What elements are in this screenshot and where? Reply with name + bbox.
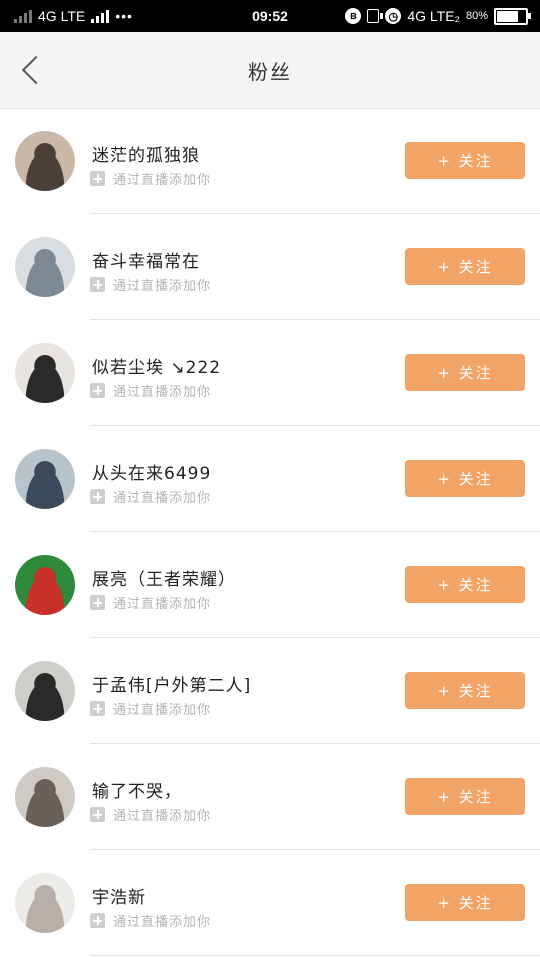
plus-box-icon	[90, 595, 105, 610]
avatar[interactable]	[15, 343, 75, 403]
sim-icon	[367, 9, 384, 23]
fan-name: 奋斗幸福常在	[92, 252, 200, 272]
source-text: 通过直播添加你	[113, 915, 212, 930]
follow-button[interactable]: + 关注	[405, 142, 525, 179]
avatar[interactable]	[15, 237, 75, 297]
avatar[interactable]	[15, 767, 75, 827]
avatar[interactable]	[15, 873, 75, 933]
source-line: 通过直播添加你	[90, 169, 211, 188]
fan-list: 迷茫的孤独狼 通过直播添加你 + 关注 奋斗幸福常在 通过直播添加你 + 关注 …	[0, 108, 540, 956]
plus-box-icon	[90, 277, 105, 292]
follow-button[interactable]: + 关注	[405, 778, 525, 815]
alarm-icon: ◷	[385, 8, 402, 24]
follow-button[interactable]: + 关注	[405, 672, 525, 709]
status-right: ʙ ◷ 4G LTE₂ 80%	[345, 0, 531, 32]
page-title: 粉丝	[248, 60, 292, 84]
avatar[interactable]	[15, 449, 75, 509]
clock: 09:52	[252, 8, 288, 24]
battery-icon	[494, 7, 531, 25]
source-line: 通过直播添加你	[90, 381, 211, 400]
list-item[interactable]: 宇浩新 通过直播添加你 + 关注	[0, 850, 540, 956]
source-text: 通过直播添加你	[113, 173, 212, 188]
avatar[interactable]	[15, 555, 75, 615]
source-text: 通过直播添加你	[113, 491, 212, 506]
avatar[interactable]	[15, 131, 75, 191]
nav-bar: 粉丝	[0, 32, 540, 109]
plus-box-icon	[90, 807, 105, 822]
source-line: 通过直播添加你	[90, 275, 211, 294]
fan-name: 于孟伟[户外第二人]	[92, 676, 252, 696]
bluetooth-icon: ʙ	[345, 8, 362, 24]
fan-name: 从头在来6499	[92, 464, 212, 484]
source-line: 通过直播添加你	[90, 805, 211, 824]
list-item[interactable]: 输了不哭， 通过直播添加你 + 关注	[0, 744, 540, 850]
list-item[interactable]: 于孟伟[户外第二人] 通过直播添加你 + 关注	[0, 638, 540, 744]
follow-button[interactable]: + 关注	[405, 460, 525, 497]
status-bar: 4G LTE ••• 09:52 ʙ ◷ 4G LTE₂ 80%	[0, 0, 540, 32]
plus-box-icon	[90, 489, 105, 504]
follow-button[interactable]: + 关注	[405, 354, 525, 391]
source-text: 通过直播添加你	[113, 385, 212, 400]
list-item[interactable]: 展亮（王者荣耀） 通过直播添加你 + 关注	[0, 532, 540, 638]
carrier-right-label: 4G LTE₂	[407, 8, 460, 24]
battery-percent: 80%	[465, 10, 488, 22]
plus-box-icon	[90, 913, 105, 928]
follow-button[interactable]: + 关注	[405, 566, 525, 603]
plus-box-icon	[90, 701, 105, 716]
source-text: 通过直播添加你	[113, 809, 212, 824]
source-text: 通过直播添加你	[113, 703, 212, 718]
follow-button[interactable]: + 关注	[405, 248, 525, 285]
fan-name: 输了不哭，	[92, 782, 182, 802]
list-item[interactable]: 迷茫的孤独狼 通过直播添加你 + 关注	[0, 108, 540, 214]
list-item[interactable]: 似若尘埃 ↘222 通过直播添加你 + 关注	[0, 320, 540, 426]
fan-name: 似若尘埃 ↘222	[92, 358, 222, 378]
plus-box-icon	[90, 171, 105, 186]
plus-box-icon	[90, 383, 105, 398]
fan-name: 宇浩新	[92, 888, 146, 908]
source-line: 通过直播添加你	[90, 593, 211, 612]
list-item[interactable]: 从头在来6499 通过直播添加你 + 关注	[0, 426, 540, 532]
avatar[interactable]	[15, 661, 75, 721]
source-line: 通过直播添加你	[90, 911, 211, 930]
source-line: 通过直播添加你	[90, 487, 211, 506]
fan-name: 迷茫的孤独狼	[92, 146, 200, 166]
follow-button[interactable]: + 关注	[405, 884, 525, 921]
fan-name: 展亮（王者荣耀）	[92, 570, 236, 590]
divider	[90, 955, 540, 956]
list-item[interactable]: 奋斗幸福常在 通过直播添加你 + 关注	[0, 214, 540, 320]
source-text: 通过直播添加你	[113, 597, 212, 612]
source-text: 通过直播添加你	[113, 279, 212, 294]
source-line: 通过直播添加你	[90, 699, 211, 718]
